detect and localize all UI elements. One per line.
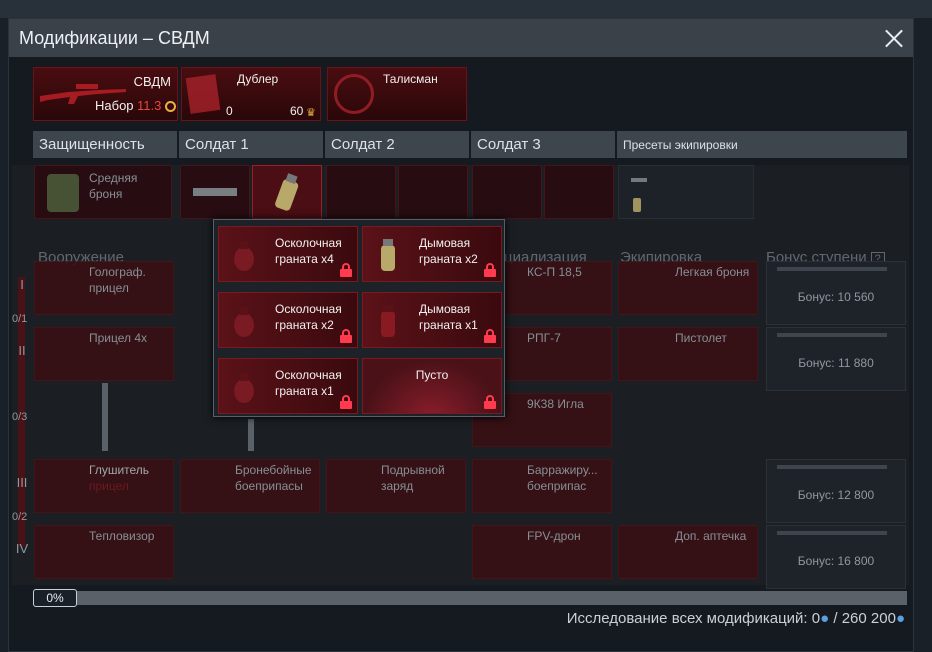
talisman-name: Талисман — [383, 72, 438, 86]
mod-demo-charge[interactable]: Подрывной заряд — [326, 459, 466, 513]
gun-icon — [193, 188, 237, 196]
research-total: 260 200 — [841, 610, 896, 627]
tab-soldier-3[interactable]: Солдат 3 — [471, 131, 615, 158]
preset-grenade-icon — [633, 198, 641, 212]
soldier2-slot-2[interactable] — [398, 165, 468, 219]
spec-fpv[interactable]: FPV-дрон — [472, 525, 612, 579]
soldier3-slot-1[interactable] — [472, 165, 542, 219]
soldier3-slot-2[interactable] — [544, 165, 614, 219]
research-point-icon: ● — [820, 610, 830, 627]
preset-gun-icon — [631, 178, 647, 182]
preset-slot[interactable] — [618, 165, 754, 219]
equip-extra-medkit[interactable]: Доп. аптечка — [618, 525, 758, 579]
close-icon[interactable] — [881, 25, 907, 51]
lock-icon — [484, 395, 496, 409]
research-progress-percent: 0% — [33, 589, 77, 607]
bonus-tier-1: Бонус: 10 560 — [766, 261, 906, 325]
research-summary: Исследование всех модификаций: 0● / 260 … — [567, 610, 905, 627]
tab-soldier-2[interactable]: Солдат 2 — [325, 131, 469, 158]
popup-item-frag-x4[interactable]: Осколочная граната х4 — [218, 226, 358, 282]
popup-item-smoke-x2[interactable]: Дымовая граната х2 — [362, 226, 502, 282]
tier-2-label: II — [18, 343, 26, 358]
tab-equipment-presets[interactable]: Пресеты экипировки — [617, 131, 907, 158]
smoke-grenade-icon — [275, 173, 299, 211]
equip-light-armor[interactable]: Легкая броня — [618, 261, 758, 315]
tab-soldier-1[interactable]: Солдат 1 — [179, 131, 323, 158]
tier-3-label: III — [16, 475, 28, 490]
research-label: Исследование всех модификаций: — [566, 610, 808, 627]
research-progress-bar — [33, 591, 907, 605]
weapon-name: СВДМ — [133, 74, 171, 89]
bonus-tier-4: Бонус: 16 800 — [766, 525, 906, 589]
mod-thermal[interactable]: Тепловизор — [34, 525, 174, 579]
duplicate-price: 60 — [290, 104, 304, 118]
mod-holo-sight[interactable]: Голограф. прицел — [34, 261, 174, 315]
frag-grenade-icon — [227, 303, 261, 339]
tree-connector-2 — [248, 419, 254, 451]
eagle-icon: ♛ — [306, 107, 316, 119]
smoke-grenade-icon — [371, 303, 405, 339]
smoke-grenade-icon — [371, 237, 405, 273]
mod-ap-ammo[interactable]: Бронебойные боеприпасы — [180, 459, 320, 513]
tier-2-count: 0/3 — [12, 411, 28, 423]
tier-1-count: 0/1 — [12, 313, 28, 325]
armor-slot[interactable]: Средняя броня — [34, 165, 172, 219]
research-separator: / — [833, 610, 838, 627]
target-icon — [165, 101, 176, 112]
tier-1-label: I — [20, 277, 24, 292]
lock-icon — [340, 263, 352, 277]
research-value: 0 — [811, 610, 821, 627]
lock-icon — [340, 395, 352, 409]
popup-item-frag-x2[interactable]: Осколочная граната х2 — [218, 292, 358, 348]
soldier1-weapon-slot[interactable] — [180, 165, 250, 219]
tab-protection[interactable]: Защищенность — [33, 131, 177, 158]
grenade-popup: Осколочная граната х4 Дымовая граната х2… — [213, 219, 505, 417]
mod-suppressor[interactable]: Глушитель прицел — [34, 459, 174, 513]
duplicate-card[interactable]: Дублер 0 60 ♛ — [181, 67, 321, 121]
popup-item-smoke-x1[interactable]: Дымовая граната х1 — [362, 292, 502, 348]
lock-icon — [340, 329, 352, 343]
set-label: Набор — [95, 98, 134, 113]
tier-3-count: 0/2 — [12, 511, 28, 523]
lock-icon — [484, 329, 496, 343]
popup-item-empty[interactable]: Пусто — [362, 358, 502, 414]
tree-connector — [102, 383, 108, 451]
lock-icon — [484, 263, 496, 277]
frag-grenade-icon — [227, 369, 261, 405]
duplicate-name: Дублер — [237, 72, 279, 86]
window-title: Модификации – СВДМ — [19, 27, 210, 48]
title-bar: Модификации – СВДМ — [9, 19, 913, 57]
soldier2-slot-1[interactable] — [326, 165, 396, 219]
spec-loitering[interactable]: Барражиру... боеприпас — [472, 459, 612, 513]
popup-item-frag-x1[interactable]: Осколочная граната х1 — [218, 358, 358, 414]
bonus-tier-2: Бонус: 11 880 — [766, 327, 906, 391]
bonus-tier-3: Бонус: 12 800 — [766, 459, 906, 523]
documents-icon — [185, 74, 221, 114]
background-strip — [0, 0, 932, 18]
equip-pistol[interactable]: Пистолет — [618, 327, 758, 381]
soldier1-grenade-slot[interactable] — [252, 165, 322, 219]
vest-icon — [47, 174, 79, 212]
armor-label: Средняя броня — [89, 171, 138, 201]
duplicate-count: 0 — [226, 104, 233, 118]
talisman-icon — [334, 74, 374, 114]
talisman-card[interactable]: Талисман — [327, 67, 467, 121]
research-total-icon: ● — [895, 610, 905, 627]
frag-grenade-icon — [227, 237, 261, 273]
mod-scope-4x[interactable]: Прицел 4х — [34, 327, 174, 381]
weapon-card[interactable]: СВДМ Набор 11.3 — [33, 67, 178, 121]
tier-4-label: IV — [15, 541, 29, 556]
set-value: 11.3 — [137, 98, 162, 113]
